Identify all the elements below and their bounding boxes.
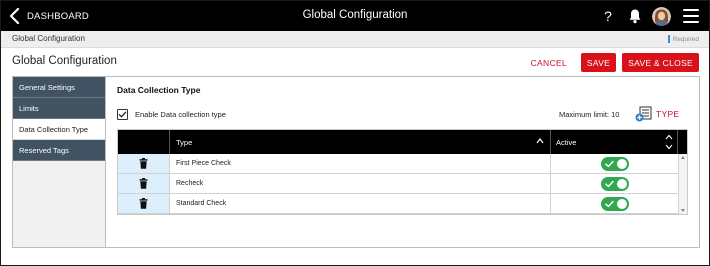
trash-icon bbox=[139, 158, 148, 169]
toggle-knob bbox=[616, 158, 627, 169]
active-cell bbox=[551, 174, 678, 193]
page-title: Global Configuration bbox=[12, 55, 117, 67]
column-header-active[interactable]: Active bbox=[551, 130, 678, 154]
column-header-type[interactable]: Type bbox=[170, 130, 551, 154]
type-cell: Recheck bbox=[170, 174, 551, 193]
save-button[interactable]: SAVE bbox=[580, 53, 617, 72]
sidebar-item-limits[interactable]: Limits bbox=[13, 98, 105, 119]
app-window: DASHBOARD Global Configuration ? Global … bbox=[0, 0, 710, 266]
breadcrumb: Global Configuration bbox=[12, 34, 85, 43]
type-cell-partial bbox=[170, 214, 551, 215]
save-and-close-button[interactable]: SAVE & CLOSE bbox=[622, 53, 699, 72]
add-list-icon bbox=[635, 106, 652, 122]
table-row: First Piece Check bbox=[118, 154, 678, 174]
column-header-active-label: Active bbox=[556, 137, 577, 147]
enable-checkbox-row: Enable Data collection type bbox=[117, 109, 226, 120]
active-toggle[interactable] bbox=[600, 196, 629, 211]
active-toggle[interactable] bbox=[600, 176, 629, 191]
section-title: Data Collection Type bbox=[117, 85, 201, 95]
table-header: Type Active bbox=[118, 130, 687, 154]
content-area: Data Collection Type Enable Data collect… bbox=[105, 77, 699, 247]
maximum-limit-text: Maximum limit: 10 bbox=[559, 110, 620, 119]
required-legend-label: Required bbox=[672, 35, 699, 43]
check-icon bbox=[604, 160, 614, 167]
sidebar-item-label: Reserved Tags bbox=[19, 145, 69, 155]
delete-cell-partial bbox=[118, 214, 170, 215]
sidebar-item-label: Data Collection Type bbox=[19, 124, 89, 134]
column-header-delete bbox=[118, 130, 170, 154]
add-type-button[interactable]: TYPE bbox=[635, 106, 679, 122]
add-type-label: TYPE bbox=[656, 109, 680, 119]
breadcrumb-bar: Global Configuration Required bbox=[1, 31, 709, 48]
top-icons: ? bbox=[600, 5, 699, 27]
checkmark-icon bbox=[118, 111, 127, 118]
sort-icon[interactable] bbox=[665, 133, 673, 151]
data-collection-type-table: Type Active First Piece Check Recheck St… bbox=[117, 129, 688, 215]
sidebar-item-reserved-tags[interactable]: Reserved Tags bbox=[13, 140, 105, 161]
bell-icon[interactable] bbox=[628, 8, 642, 24]
active-cell bbox=[551, 154, 678, 173]
delete-row-button[interactable] bbox=[118, 154, 170, 173]
top-bar: DASHBOARD Global Configuration ? bbox=[1, 1, 709, 31]
delete-row-button[interactable] bbox=[118, 194, 170, 213]
required-legend: Required bbox=[667, 35, 699, 43]
table-body: First Piece Check Recheck Standard Check bbox=[118, 154, 678, 215]
scroll-up-arrow-icon[interactable] bbox=[681, 156, 685, 159]
config-panel: General Settings Limits Data Collection … bbox=[12, 76, 700, 248]
active-cell bbox=[551, 194, 678, 213]
sidebar-item-general-settings[interactable]: General Settings bbox=[13, 77, 105, 98]
toggle-knob bbox=[616, 178, 627, 189]
cancel-button[interactable]: CANCEL bbox=[531, 58, 567, 68]
hamburger-menu-icon[interactable] bbox=[683, 9, 699, 23]
sort-ascending-icon[interactable] bbox=[536, 137, 544, 145]
column-header-type-label: Type bbox=[176, 137, 193, 147]
avatar[interactable] bbox=[652, 6, 671, 26]
trash-icon bbox=[139, 198, 148, 209]
type-cell: Standard Check bbox=[170, 194, 551, 213]
sidebar-item-label: Limits bbox=[19, 103, 39, 113]
type-cell: First Piece Check bbox=[170, 154, 551, 173]
help-icon[interactable]: ? bbox=[600, 8, 616, 24]
settings-sidebar: General Settings Limits Data Collection … bbox=[13, 77, 105, 161]
required-marker bbox=[667, 35, 670, 43]
sidebar-item-data-collection-type[interactable]: Data Collection Type bbox=[13, 119, 105, 140]
column-header-scroll-gap bbox=[678, 130, 687, 154]
table-scrollbar[interactable] bbox=[678, 154, 687, 214]
table-row: Recheck bbox=[118, 174, 678, 194]
active-toggle[interactable] bbox=[600, 156, 629, 171]
trash-icon bbox=[139, 178, 148, 189]
sidebar-item-label: General Settings bbox=[19, 82, 75, 92]
table-row: Standard Check bbox=[118, 194, 678, 214]
scroll-down-arrow-icon[interactable] bbox=[681, 209, 685, 212]
toggle-knob bbox=[616, 198, 627, 209]
check-icon bbox=[604, 180, 614, 187]
header-actions: CANCEL SAVE SAVE & CLOSE bbox=[531, 53, 699, 72]
enable-checkbox-label: Enable Data collection type bbox=[135, 110, 226, 119]
table-row-partial bbox=[118, 214, 678, 215]
enable-data-collection-checkbox[interactable] bbox=[117, 109, 128, 120]
delete-row-button[interactable] bbox=[118, 174, 170, 193]
check-icon bbox=[604, 200, 614, 207]
